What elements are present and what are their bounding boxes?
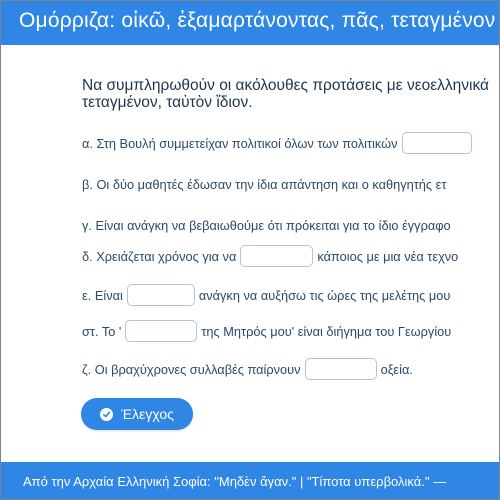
- exercise-row-g: ζ. Οι βραχύχρονες συλλαβές παίρνουν οξεί…: [82, 356, 500, 382]
- blank-input-a[interactable]: [401, 132, 472, 154]
- check-button-label: Έλεγχος: [121, 406, 174, 422]
- check-circle-icon: [100, 407, 114, 421]
- instructions-line-1: Να συμπληρωθούν οι ακόλουθες προτάσεις μ…: [82, 77, 489, 94]
- blank-input-f[interactable]: [125, 320, 198, 342]
- exercise-c-text: γ. Είναι ανάγκη να βεβαιωθούμε ότι πρόκε…: [82, 217, 451, 233]
- exercise-row-c: γ. Είναι ανάγκη να βεβαιωθούμε ότι πρόκε…: [82, 212, 500, 238]
- exercise-row-e: ε. Είναι ανάγκη να αυξήσω τις ώρες της μ…: [82, 282, 500, 308]
- exercise-a-text: α. Στη Βουλή συμμετείχαν πολιτικοί όλων …: [82, 135, 398, 151]
- exercise-d-before: δ. Χρειάζεται χρόνος για να: [82, 248, 237, 264]
- footer-quote: Από την Αρχαία Ελληνική Σοφία: "Μηδὲν ἄγ…: [23, 474, 447, 489]
- blank-input-g[interactable]: [304, 358, 377, 380]
- blank-input-e[interactable]: [126, 284, 195, 306]
- exercise-row-d: δ. Χρειάζεται χρόνος για να κάποιος με μ…: [82, 243, 500, 269]
- exercise-row-b: β. Οι δύο μαθητές έδωσαν την ίδια απάντη…: [82, 171, 500, 197]
- exercise-f-before: στ. Το ': [82, 323, 122, 339]
- exercise-row-f: στ. Το ' της Μητρός μου' είναι διήγημα τ…: [82, 318, 500, 344]
- instructions-line-2: τεταγμένον, ταὐτὸν ἴδιον.: [82, 94, 253, 111]
- page-title: Ομόρριζα: οἰκῶ, ἐξαμαρτάνοντας, πᾶς, τετ…: [19, 9, 496, 32]
- exercise-g-before: ζ. Οι βραχύχρονες συλλαβές παίρνουν: [82, 361, 301, 377]
- exercise-e-before: ε. Είναι: [82, 287, 123, 303]
- exercise-g-after: οξεία.: [380, 361, 413, 377]
- exercise-e-after: ανάγκη να αυξήσω τις ώρες της μελέτης μο…: [198, 287, 451, 303]
- instructions: Να συμπληρωθούν οι ακόλουθες προτάσεις μ…: [82, 77, 500, 111]
- page-header: Ομόρριζα: οἰκῶ, ἐξαμαρτάνοντας, πᾶς, τετ…: [1, 1, 499, 45]
- exercise-f-after: της Μητρός μου' είναι διήγημα του Γεωργί…: [201, 323, 452, 339]
- exercise-b-text: β. Οι δύο μαθητές έδωσαν την ίδια απάντη…: [82, 176, 447, 192]
- exercise-d-after: κάποιος με μια νέα τεχνο: [317, 248, 459, 264]
- exercise-row-a: α. Στη Βουλή συμμετείχαν πολιτικοί όλων …: [82, 130, 500, 156]
- check-button[interactable]: Έλεγχος: [81, 398, 193, 430]
- blank-input-d[interactable]: [240, 245, 314, 267]
- page-footer: Από την Αρχαία Ελληνική Σοφία: "Μηδὲν ἄγ…: [1, 462, 499, 499]
